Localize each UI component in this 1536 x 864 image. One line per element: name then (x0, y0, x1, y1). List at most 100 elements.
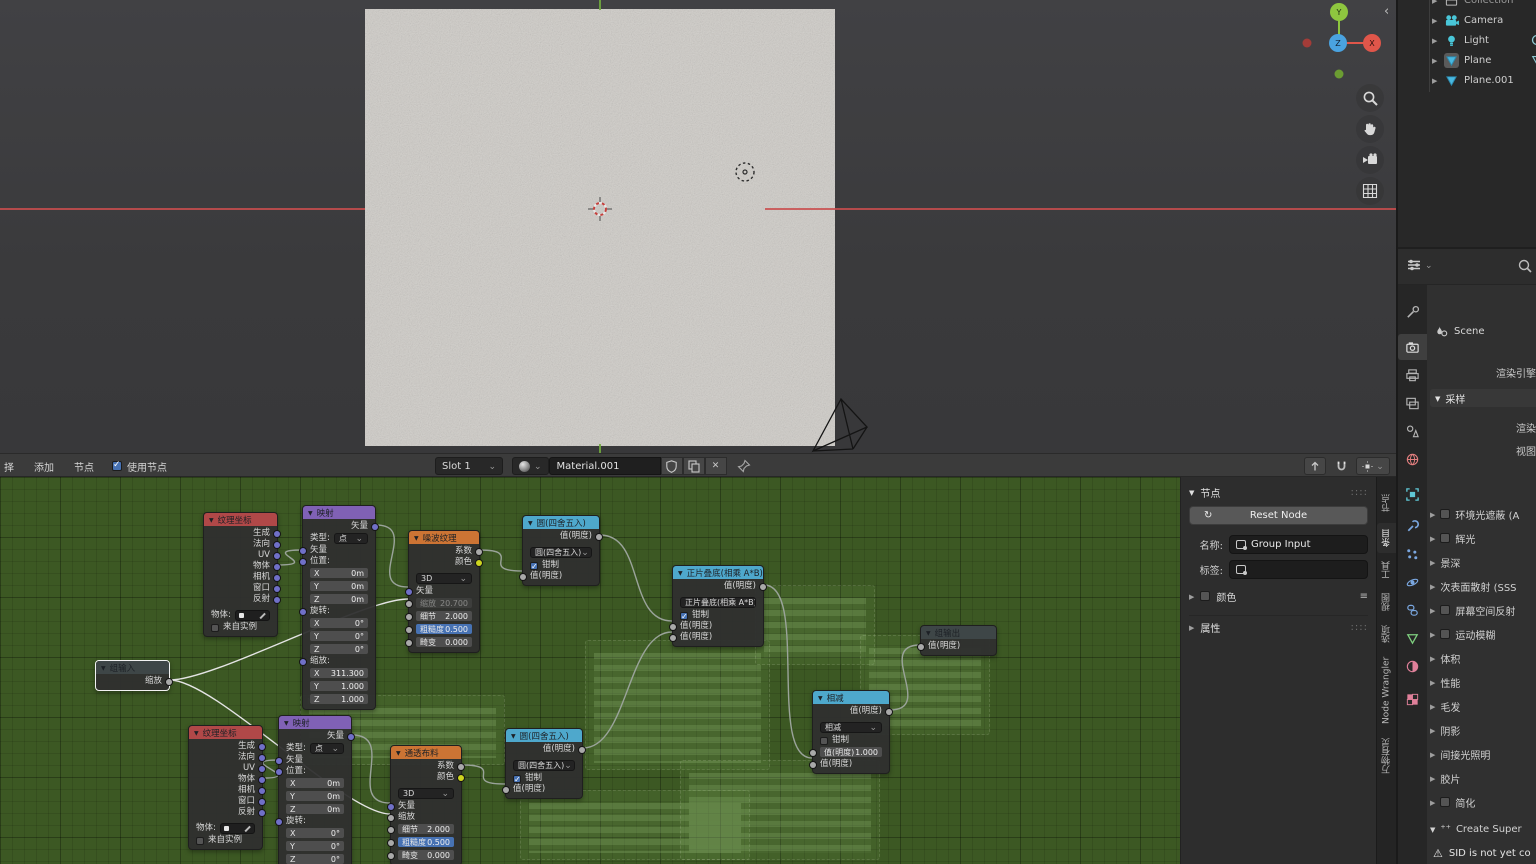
presets-list-icon[interactable] (1360, 591, 1368, 602)
node-enum-dropdown[interactable]: 3D (391, 788, 461, 801)
camera-view-icon[interactable] (1356, 146, 1384, 174)
node-mapping-1[interactable]: 映射矢量类型:点矢量位置:X0mY0mZ0m旋转:X0°Y0°Z0°缩放:X31… (302, 505, 376, 710)
node-value-field[interactable]: 畸变0.000 (409, 637, 479, 649)
node-value-field[interactable]: X0° (279, 828, 351, 840)
panel-grip-icon[interactable] (1351, 487, 1368, 498)
copy-material-button[interactable] (683, 457, 705, 475)
properties-section-间接光照明[interactable]: 间接光照明 (1430, 744, 1536, 764)
properties-section-环境光遮蔽 (A[interactable]: 环境光遮蔽 (A (1430, 504, 1536, 524)
value-slider[interactable]: X0° (310, 618, 368, 628)
node-header[interactable]: 正片叠底(相乘 A*B) (673, 566, 763, 579)
properties-section-次表面散射 (SSS[interactable]: 次表面散射 (SSS (1430, 576, 1536, 596)
node-header[interactable]: 组输入 (96, 661, 169, 674)
node-enum-dropdown[interactable]: 正片叠底(相乘 A*B) (673, 597, 763, 610)
value-slider[interactable]: Z0° (286, 854, 344, 864)
node-texcoord-1[interactable]: 纹理坐标生成法向UV物体相机窗口反射物体:来自实例 (203, 512, 278, 637)
properties-tab-physics[interactable] (1398, 569, 1427, 595)
sidebar-tab-选项[interactable]: 选项 (1377, 619, 1396, 649)
checkbox-icon[interactable] (1440, 797, 1450, 807)
disclosure-triangle-icon[interactable] (1432, 55, 1437, 66)
outliner-item-Plane[interactable]: Plane (1398, 50, 1536, 70)
properties-tab-texture[interactable] (1398, 686, 1427, 712)
item-panel-header[interactable]: 属性 (1189, 615, 1368, 633)
properties-section-屏幕空间反射[interactable]: 屏幕空间反射 (1430, 600, 1536, 620)
node-header[interactable]: 映射 (303, 506, 375, 519)
breadcrumb[interactable]: Scene (1435, 325, 1485, 338)
value-slider[interactable]: Z0m (310, 594, 368, 604)
value-slider[interactable]: Y0m (310, 581, 368, 591)
sidebar-tab-节点[interactable]: 节点 (1377, 485, 1396, 521)
node-enum-dropdown[interactable]: 圆(四舍五入) (523, 547, 599, 560)
editor-type-dropdown[interactable] (1406, 258, 1433, 272)
disclosure-triangle-icon[interactable] (1432, 15, 1437, 26)
properties-tab-particles[interactable] (1398, 541, 1427, 567)
viewport-3d[interactable]: Y Z X (0, 0, 1396, 453)
properties-section-运动模糊[interactable]: 运动模糊 (1430, 624, 1536, 644)
node-value-field[interactable]: Y0m (279, 791, 351, 803)
node-enum-dropdown[interactable]: 圆(四舍五入) (506, 760, 582, 773)
node-header[interactable]: 组输出 (921, 626, 996, 639)
zoom-icon[interactable] (1356, 84, 1384, 112)
properties-section-景深[interactable]: 景深 (1430, 552, 1536, 572)
value-slider[interactable]: 畸变0.000 (398, 850, 454, 860)
node-value-field[interactable]: Y0m (303, 581, 375, 593)
checkbox-icon[interactable] (1440, 629, 1450, 639)
slot-dropdown[interactable]: Slot 1 (435, 457, 503, 475)
pin-icon[interactable] (737, 459, 751, 473)
node-checkbox-来自实例[interactable]: 来自实例 (189, 835, 262, 846)
node-value-field[interactable]: 粗糙度0.500 (391, 837, 461, 849)
checkbox-icon[interactable] (1440, 533, 1450, 543)
fake-user-shield-button[interactable] (661, 457, 683, 475)
properties-section-辉光[interactable]: 辉光 (1430, 528, 1536, 548)
value-slider[interactable]: 值(明度)1.000 (820, 747, 882, 757)
properties-tab-scene[interactable] (1398, 418, 1427, 444)
node-value-field[interactable]: 粗糙度0.500 (409, 624, 479, 636)
reset-node-button[interactable]: Reset Node (1189, 506, 1368, 525)
light-gizmo[interactable] (731, 158, 759, 186)
value-slider[interactable]: Z0° (310, 644, 368, 654)
outliner-item-Camera[interactable]: Camera (1398, 10, 1536, 30)
node-value-field[interactable]: Y0° (303, 631, 375, 643)
value-slider[interactable]: Y1.000 (310, 681, 368, 691)
node-label-input[interactable] (1229, 560, 1368, 579)
value-slider[interactable]: Y0m (286, 791, 344, 801)
value-slider[interactable]: Z1.000 (310, 694, 368, 704)
node-enum-dropdown[interactable]: 3D (409, 573, 479, 586)
properties-tab-world[interactable] (1398, 446, 1427, 472)
node-noise-1[interactable]: 噪波纹理系数颜色3D矢量缩放20.700细节2.000粗糙度0.500畸变0.0… (408, 530, 480, 653)
properties-section-毛发[interactable]: 毛发 (1430, 696, 1536, 716)
properties-tab-tool[interactable] (1398, 299, 1427, 325)
panel-grip-icon[interactable] (1351, 622, 1368, 633)
snap-magnet-icon[interactable] (1330, 457, 1352, 475)
properties-tab-modifier[interactable] (1398, 513, 1427, 539)
node-subtract[interactable]: 相减值(明度)相减钳制值(明度)1.000值(明度) (812, 690, 890, 774)
node-value-field[interactable]: Z1.000 (303, 694, 375, 706)
visibility-toggle-icon[interactable] (1531, 34, 1536, 46)
outliner-item-Plane.001[interactable]: Plane.001 (1398, 70, 1536, 90)
node-value-field[interactable]: Y0° (279, 841, 351, 853)
properties-section-性能[interactable]: 性能 (1430, 672, 1536, 692)
disclosure-triangle-icon[interactable] (1432, 75, 1437, 86)
node-value-field[interactable]: X0m (279, 778, 351, 790)
disclosure-triangle-icon[interactable] (1432, 35, 1437, 46)
properties-section-阴影[interactable]: 阴影 (1430, 720, 1536, 740)
collapse-region-arrow[interactable] (1384, 4, 1389, 19)
node-header[interactable]: 通透布料 (391, 746, 461, 759)
properties-tab-render[interactable] (1398, 334, 1427, 360)
sidebar-tab-视图[interactable]: 视图 (1377, 587, 1396, 617)
value-slider[interactable]: X311.300 (310, 668, 368, 678)
menu-add[interactable]: 添加 (32, 457, 56, 476)
node-color-row[interactable]: 颜色 (1189, 587, 1368, 605)
disclosure-triangle-icon[interactable] (1432, 0, 1437, 6)
properties-tab-object[interactable] (1398, 481, 1427, 507)
node-panel-header[interactable]: 节点 (1189, 483, 1368, 501)
value-slider[interactable]: X0m (286, 778, 344, 788)
outliner-item-Light[interactable]: Light (1398, 30, 1536, 50)
node-checkbox-钳制[interactable]: 钳制 (673, 610, 763, 621)
node-mapping-2[interactable]: 映射矢量类型:点矢量位置:X0mY0mZ0m旋转:X0°Y0°Z0°缩放: (278, 715, 352, 864)
value-slider[interactable]: 粗糙度0.500 (398, 837, 454, 847)
value-slider[interactable]: Z0m (286, 804, 344, 814)
material-browse-dropdown[interactable] (512, 457, 549, 475)
node-checkbox-钳制[interactable]: 钳制 (523, 560, 599, 571)
node-header[interactable]: 噪波纹理 (409, 531, 479, 544)
